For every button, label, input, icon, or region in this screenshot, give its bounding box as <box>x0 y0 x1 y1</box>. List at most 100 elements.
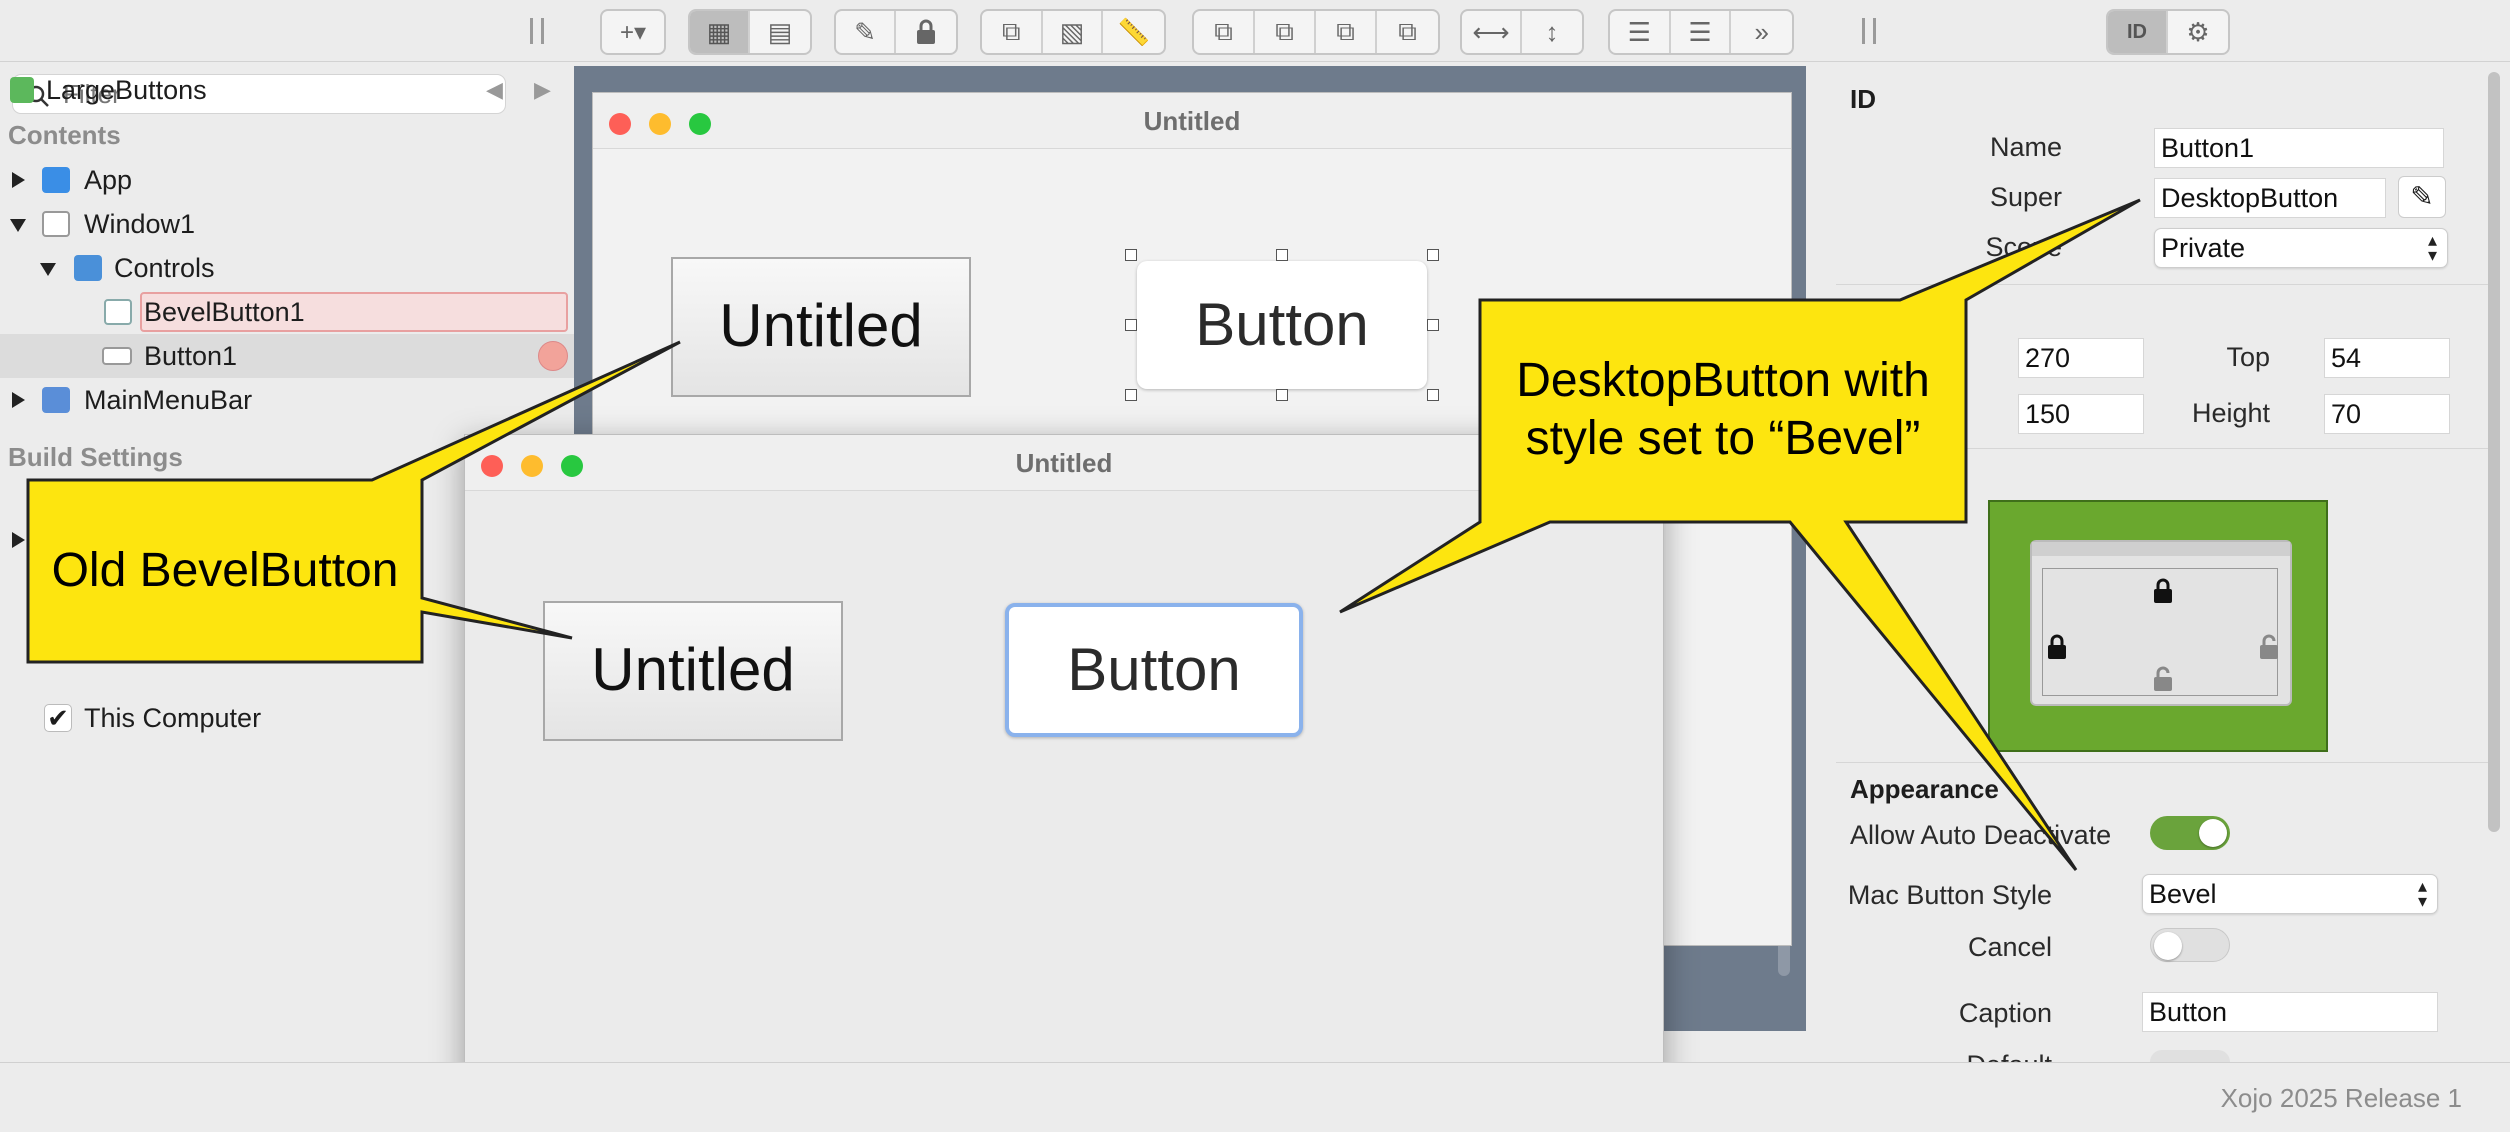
left-field[interactable]: 270 <box>2018 338 2144 378</box>
bevel-button-icon <box>104 299 132 325</box>
zoom-icon[interactable] <box>561 455 583 477</box>
running-button[interactable]: Button <box>1005 603 1303 737</box>
resize-handle[interactable] <box>1276 249 1288 261</box>
more-button[interactable]: » <box>1731 11 1792 53</box>
inspector-id-button[interactable]: ID <box>2108 11 2169 53</box>
disclosure-down-icon[interactable] <box>40 263 56 276</box>
send-back-icon: ⧉ <box>1398 16 1417 46</box>
unlock-right-icon[interactable] <box>2258 634 2280 660</box>
minimize-icon[interactable] <box>649 113 671 135</box>
unlock-bottom-icon[interactable] <box>2152 666 2174 692</box>
bring-front-button[interactable]: ⧉ <box>1194 11 1255 53</box>
resize-handle[interactable] <box>1276 389 1288 401</box>
running-bevelbutton[interactable]: Untitled <box>543 601 843 741</box>
default-toggle[interactable] <box>2150 1050 2230 1062</box>
toolbar-split-handle[interactable] <box>530 18 544 44</box>
window-icon <box>42 211 70 237</box>
nav-item-mainmenubar[interactable]: MainMenuBar <box>0 378 574 422</box>
scope-label: Scope <box>1985 232 2062 262</box>
nav-item-app[interactable]: App <box>0 158 574 202</box>
close-icon[interactable] <box>481 455 503 477</box>
status-bar: Xojo 2025 Release 1 <box>0 1062 2510 1132</box>
toggle-knob <box>2154 932 2182 960</box>
resize-handle[interactable] <box>1427 249 1439 261</box>
close-icon[interactable] <box>609 113 631 135</box>
minimize-icon[interactable] <box>521 455 543 477</box>
super-label: Super <box>1989 182 2062 212</box>
nav-item-label: MainMenuBar <box>84 385 253 415</box>
layout-tools-group: ⧉ ▧ 📏 <box>980 9 1166 55</box>
edit-mode-button[interactable]: ✎ <box>836 11 897 53</box>
fill-height-button[interactable]: ↕ <box>1522 11 1582 53</box>
locking-panel <box>1988 500 2328 752</box>
running-window[interactable]: Untitled Untitled Button <box>464 434 1664 1132</box>
tab-order-button[interactable]: ⧉ <box>982 11 1043 53</box>
resize-handle[interactable] <box>1125 249 1137 261</box>
back-arrow-icon[interactable]: ◀ <box>486 68 503 112</box>
locking-preview-window <box>2030 540 2292 706</box>
send-backward-button[interactable]: ⧉ <box>1316 11 1377 53</box>
nav-item-bevelbutton1[interactable]: BevelButton1 <box>0 290 574 334</box>
send-back-button[interactable]: ⧉ <box>1377 11 1438 53</box>
lock-left-icon[interactable] <box>2046 634 2068 660</box>
align-right-button[interactable]: ☰ <box>1671 11 1732 53</box>
outline-view-button[interactable]: ▤ <box>750 11 810 53</box>
mac-button-style-popup[interactable]: Bevel ▴ ▾ <box>2142 874 2438 914</box>
nav-item-label: This Computer <box>84 703 262 733</box>
updown-icon: ▴ ▾ <box>2427 230 2437 265</box>
preview-titlebar <box>2032 542 2290 556</box>
zoom-icon[interactable] <box>689 113 711 135</box>
inspector-split-handle[interactable] <box>1862 18 1876 44</box>
nav-item-window1[interactable]: Window1 <box>0 202 574 246</box>
inspector-mode-group: ID ⚙ <box>2106 9 2230 55</box>
edit-super-button[interactable]: ✎ <box>2398 176 2446 218</box>
bring-front-icon: ⧉ <box>1214 16 1233 46</box>
right-callout-line1: DesktopButton with <box>1516 354 1930 407</box>
resize-handle[interactable] <box>1427 319 1439 331</box>
allow-auto-deactivate-toggle[interactable] <box>2150 816 2230 850</box>
align-left-button[interactable]: ☰ <box>1610 11 1671 53</box>
forward-arrow-icon[interactable]: ▶ <box>534 68 551 112</box>
plus-icon: +▾ <box>619 18 647 46</box>
disclosure-right-icon[interactable] <box>12 172 25 188</box>
label-color-dot[interactable] <box>538 341 568 371</box>
version-label: Xojo 2025 Release 1 <box>2220 1083 2462 1113</box>
nav-item-controls[interactable]: Controls <box>0 246 574 290</box>
pencil-icon: ✎ <box>854 16 876 47</box>
disclosure-right-icon[interactable] <box>12 392 25 408</box>
checkbox-checked-icon[interactable]: ✔ <box>44 704 72 732</box>
cancel-toggle[interactable] <box>2150 928 2230 962</box>
resize-handle[interactable] <box>1125 319 1137 331</box>
resize-handle[interactable] <box>1125 389 1137 401</box>
build-settings-header: Build Settings <box>8 442 183 472</box>
ruler-button[interactable]: 📏 <box>1103 11 1164 53</box>
layout-bevelbutton[interactable]: Untitled <box>671 257 971 397</box>
lock-button[interactable] <box>896 11 956 53</box>
lock-top-icon[interactable] <box>2152 578 2174 604</box>
tab-order-icon: ⧉ <box>1002 16 1021 46</box>
resize-handle[interactable] <box>1427 389 1439 401</box>
name-field[interactable]: Button1 <box>2154 128 2444 168</box>
caption-field[interactable]: Button <box>2142 992 2438 1032</box>
bring-forward-button[interactable]: ⧉ <box>1255 11 1316 53</box>
height-field[interactable]: 70 <box>2324 394 2450 434</box>
layout-button[interactable]: Button <box>1137 261 1427 389</box>
disclosure-down-icon[interactable] <box>10 219 26 232</box>
mac-button-style-label: Mac Button Style <box>1847 880 2052 910</box>
inspector-scrollbar[interactable] <box>2488 72 2500 832</box>
inspector-settings-button[interactable]: ⚙ <box>2168 11 2228 53</box>
fill-width-button[interactable]: ⟷ <box>1462 11 1523 53</box>
scope-popup[interactable]: Private ▴ ▾ <box>2154 228 2448 268</box>
default-label: Default <box>1966 1050 2052 1062</box>
disclosure-right-icon[interactable] <box>12 532 25 548</box>
project-row[interactable]: LargeButtons ◀ ▶ <box>0 68 574 112</box>
nav-item-label: BevelButton1 <box>144 297 305 327</box>
updown-icon: ▴ ▾ <box>2417 876 2427 911</box>
super-field[interactable]: DesktopButton <box>2154 178 2386 218</box>
align-grid-button[interactable]: ▧ <box>1043 11 1104 53</box>
grid-view-button[interactable]: ▦ <box>690 11 751 53</box>
width-field[interactable]: 150 <box>2018 394 2144 434</box>
add-item-button[interactable]: +▾ <box>602 11 664 53</box>
nav-item-button1[interactable]: Button1 <box>0 334 574 378</box>
top-field[interactable]: 54 <box>2324 338 2450 378</box>
